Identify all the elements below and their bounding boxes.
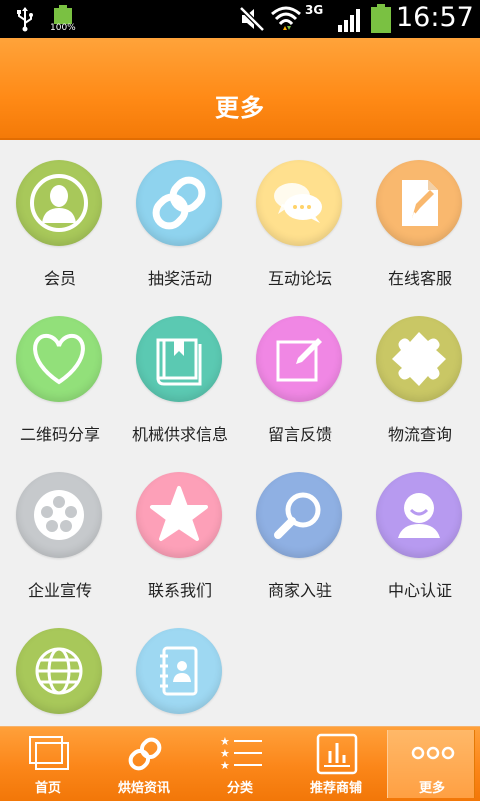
- grid-item-label: 留言反馈: [267, 425, 332, 444]
- tab-baking-news[interactable]: 烘焙资讯: [96, 727, 192, 801]
- grid-item-feedback[interactable]: 留言反馈: [240, 296, 360, 452]
- grid-item-machinery-info[interactable]: 机械供求信息: [120, 296, 240, 452]
- star-icon: [136, 472, 222, 558]
- member-icon: [16, 160, 102, 246]
- grid-item-label: 会员: [43, 269, 76, 288]
- magnifier-icon: [256, 472, 342, 558]
- user-smile-icon: [376, 472, 462, 558]
- svg-text:★: ★: [220, 759, 230, 772]
- bottom-tab-bar: 首页 烘焙资讯 ★ ★ ★ 分类 推荐商铺 更多: [0, 726, 480, 801]
- grid-item-logistics[interactable]: 物流查询: [360, 296, 480, 452]
- tab-more[interactable]: 更多: [387, 730, 475, 798]
- grid-item-lottery[interactable]: 抽奖活动: [120, 140, 240, 296]
- grid-item-label: 在线客服: [387, 269, 452, 288]
- tab-label: 更多: [418, 781, 445, 796]
- feature-grid: 会员 抽奖活动 互动论坛 在线客服 二维码分享 机械供求信息 留言反馈 物流查询…: [0, 140, 480, 726]
- chain-link-icon: [136, 160, 222, 246]
- grid-item-label: 联系我们: [147, 581, 212, 600]
- header-bar: 更多: [0, 38, 480, 140]
- page-title: 更多: [215, 94, 265, 122]
- status-clock: 16:57: [396, 2, 474, 33]
- film-reel-icon: [16, 472, 102, 558]
- tab-label: 分类: [226, 781, 253, 796]
- tab-category[interactable]: ★ ★ ★ 分类: [192, 727, 288, 801]
- document-edit-icon: [376, 160, 462, 246]
- grid-item-label: 机械供求信息: [131, 425, 228, 444]
- star-list-icon: ★ ★ ★: [220, 735, 262, 772]
- wifi-icon: [271, 6, 301, 30]
- battery-small-icon: [54, 5, 72, 24]
- battery-icon: [371, 4, 391, 33]
- network-type-label: 3G: [305, 3, 324, 17]
- tab-label: 推荐商铺: [309, 781, 362, 796]
- globe-icon: [16, 628, 102, 714]
- book-icon: [136, 316, 222, 402]
- grid-item-label: 抽奖活动: [147, 269, 212, 288]
- grid-item-certification[interactable]: 中心认证: [360, 452, 480, 608]
- puzzle-icon: [376, 316, 462, 402]
- bar-chart-icon: [316, 733, 358, 775]
- usb-icon: [17, 7, 33, 32]
- edit-note-icon: [256, 316, 342, 402]
- grid-item-qrcode-share[interactable]: 二维码分享: [0, 296, 120, 452]
- grid-item-label: 中心认证: [387, 581, 452, 600]
- grid-item-label: 企业宣传: [27, 581, 92, 600]
- mute-icon: [239, 6, 265, 32]
- heart-icon: [16, 316, 102, 402]
- grid-item-label: 二维码分享: [19, 425, 100, 444]
- grid-item-forum[interactable]: 互动论坛: [240, 140, 360, 296]
- tab-recommended-shops[interactable]: 推荐商铺: [288, 727, 384, 801]
- chain-link-icon: [128, 737, 162, 771]
- signal-icon: [338, 9, 360, 32]
- home-pages-icon: [29, 736, 69, 770]
- grid-item-merchant-join[interactable]: 商家入驻: [240, 452, 360, 608]
- grid-item-label: 物流查询: [387, 425, 452, 444]
- tab-label: 首页: [34, 781, 61, 796]
- grid-item-label: 互动论坛: [267, 269, 332, 288]
- tab-home[interactable]: 首页: [0, 727, 96, 801]
- grid-item-label: 商家入驻: [267, 581, 332, 600]
- more-dots-icon: [411, 746, 455, 760]
- grid-item-customer-service[interactable]: 在线客服: [360, 140, 480, 296]
- status-bar: 100% 3G 16:57: [0, 0, 480, 38]
- tab-label: 烘焙资讯: [117, 781, 170, 796]
- grid-item-member[interactable]: 会员: [0, 140, 120, 296]
- contact-book-icon: [136, 628, 222, 714]
- grid-item-promotion[interactable]: 企业宣传: [0, 452, 120, 608]
- battery-small-label: 100%: [50, 23, 76, 33]
- grid-item-contact-us[interactable]: 联系我们: [120, 452, 240, 608]
- speech-bubbles-icon: [256, 160, 342, 246]
